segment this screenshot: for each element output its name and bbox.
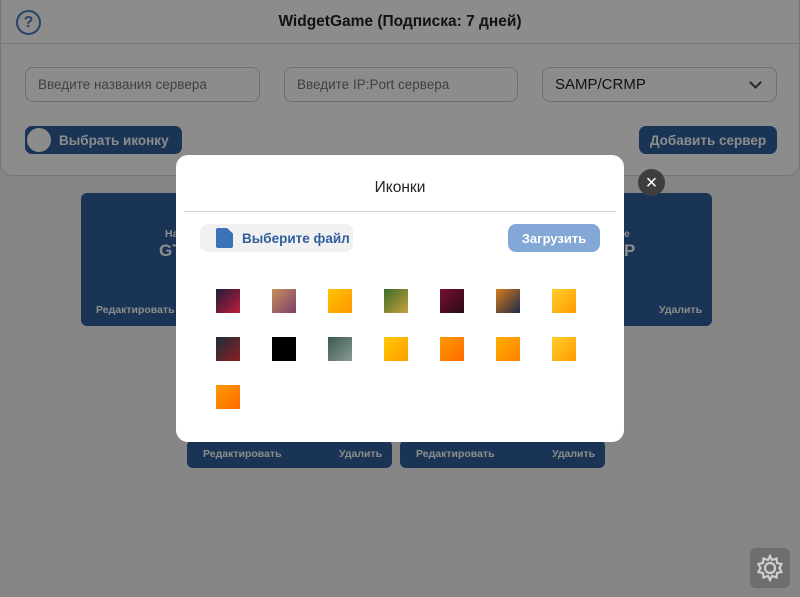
icon-10 (328, 337, 352, 361)
icon-1 (216, 289, 240, 313)
icon-thumbnail[interactable] (440, 289, 464, 313)
icon-thumbnail[interactable] (552, 337, 576, 361)
icon-thumbnail[interactable] (272, 337, 296, 361)
icon-thumbnail[interactable] (384, 289, 408, 313)
upload-button[interactable]: Загрузить (508, 224, 600, 252)
icon-7 (552, 289, 576, 313)
modal-title: Иконки (374, 179, 426, 196)
icon-thumbnail[interactable] (384, 337, 408, 361)
icon-thumbnail[interactable] (216, 337, 240, 361)
icon-5 (440, 289, 464, 313)
settings-button[interactable] (750, 548, 790, 588)
icon-thumbnail[interactable] (216, 289, 240, 313)
upload-label: Загрузить (521, 230, 587, 246)
icon-9 (272, 337, 296, 361)
gear-icon (756, 554, 784, 582)
icon-3 (328, 289, 352, 313)
choose-file-button[interactable]: Выберите файл (200, 224, 353, 252)
icons-modal: Иконки Выберите файл Загрузить (176, 155, 624, 442)
choose-file-label: Выберите файл (242, 230, 350, 246)
icon-12 (440, 337, 464, 361)
icon-thumbnail[interactable] (216, 385, 240, 409)
icon-8 (216, 337, 240, 361)
icon-11 (384, 337, 408, 361)
icon-14 (552, 337, 576, 361)
file-icon (216, 228, 233, 248)
icon-thumbnail[interactable] (496, 289, 520, 313)
icon-6 (496, 289, 520, 313)
icon-2 (272, 289, 296, 313)
icon-thumbnail[interactable] (552, 289, 576, 313)
icon-thumbnail[interactable] (272, 289, 296, 313)
icon-13 (496, 337, 520, 361)
icon-thumbnail[interactable] (440, 337, 464, 361)
icon-4 (384, 289, 408, 313)
icon-15 (216, 385, 240, 409)
icon-thumbnail[interactable] (328, 289, 352, 313)
icon-thumbnail[interactable] (496, 337, 520, 361)
close-modal-button[interactable]: × (638, 169, 665, 196)
icon-thumbnail[interactable] (328, 337, 352, 361)
close-icon: × (645, 171, 658, 194)
modal-divider (184, 211, 616, 212)
